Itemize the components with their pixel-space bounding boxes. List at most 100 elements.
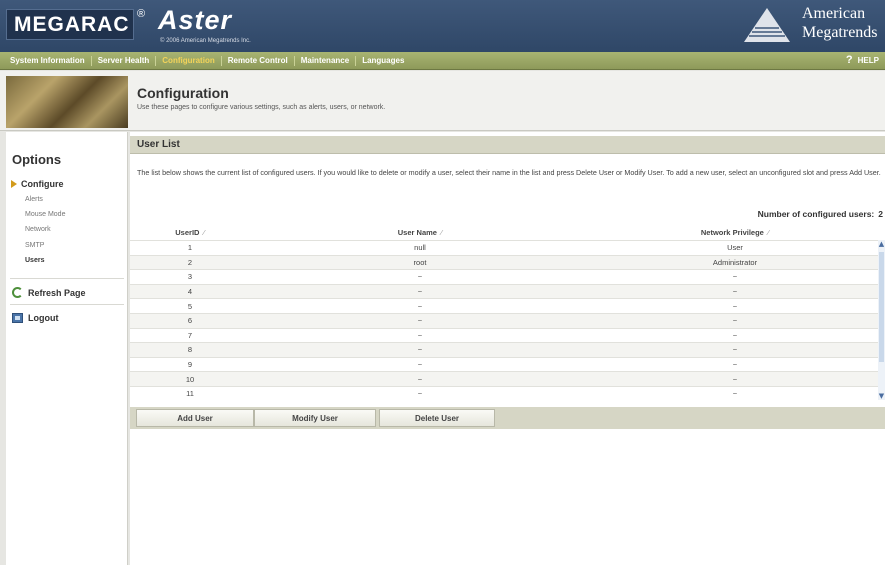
table-row[interactable]: 7 ~ ~ (130, 327, 880, 343)
table-row[interactable]: 6 ~ ~ (130, 312, 880, 328)
sidebar-item-configure[interactable]: Configure (11, 179, 64, 189)
nav-languages[interactable]: Languages (356, 56, 410, 65)
column-label: User Name (397, 228, 437, 237)
top-nav: System Information Server Health Configu… (0, 52, 885, 70)
cell-network-privilege: ~ (732, 301, 738, 311)
sidebar-item-network[interactable]: Network (25, 226, 51, 233)
modify-user-button[interactable]: Modify User (254, 409, 376, 427)
cell-network-privilege: ~ (732, 330, 738, 340)
cell-userid: 6 (187, 316, 193, 326)
nav-configuration[interactable]: Configuration (156, 56, 220, 65)
table-scrollbar[interactable]: ▲ ▼ (878, 240, 885, 400)
add-user-button[interactable]: Add User (136, 409, 254, 427)
scroll-up-icon[interactable]: ▲ (878, 240, 885, 248)
sidebar-item-mouse-mode[interactable]: Mouse Mode (25, 211, 65, 218)
cell-userid: 1 (187, 243, 193, 253)
cell-network-privilege: ~ (732, 272, 738, 282)
cell-network-privilege: ~ (732, 345, 738, 355)
action-bar: Add User Modify User Delete User (130, 407, 885, 429)
copyright-text: © 2006 American Megatrends Inc. (160, 38, 251, 44)
help-label: HELP (857, 55, 879, 65)
cell-network-privilege: ~ (732, 389, 738, 399)
page-banner: Configuration Use these pages to configu… (0, 71, 885, 131)
arrow-right-icon (11, 180, 17, 188)
cell-userid: 9 (187, 360, 193, 370)
banner-image (6, 76, 128, 128)
help-button[interactable]: ? HELP (846, 54, 879, 66)
scroll-thumb[interactable] (879, 252, 884, 362)
cell-username: ~ (417, 389, 423, 399)
column-label: UserID (175, 228, 200, 237)
nav-maintenance[interactable]: Maintenance (295, 56, 355, 65)
product-name: Aster (158, 5, 233, 35)
sidebar-item-smtp[interactable]: SMTP (25, 242, 44, 249)
cell-userid: 5 (187, 301, 193, 311)
cell-username: ~ (417, 287, 423, 297)
section-title: User List (137, 139, 180, 150)
vendor-name: American Megatrends (802, 4, 878, 42)
cell-network-privilege: ~ (732, 374, 738, 384)
page-title: Configuration (137, 85, 229, 101)
table-row[interactable]: 2 root Administrator (130, 254, 880, 270)
registered-mark: ® (137, 8, 146, 20)
column-header-network-privilege[interactable]: Network Privilege ⁄ (590, 228, 880, 237)
table-row[interactable]: 11 ~ ~ (130, 385, 880, 401)
sidebar-divider (10, 278, 124, 279)
refresh-page-link[interactable]: Refresh Page (12, 287, 86, 298)
table-row[interactable]: 8 ~ ~ (130, 342, 880, 357)
help-icon: ? (845, 54, 853, 66)
logo-text: MEGARAC (14, 12, 130, 36)
column-header-username[interactable]: User Name ⁄ (250, 228, 590, 237)
cell-username: ~ (417, 272, 423, 282)
table-body: 1 null User 2 root Administrator 3 ~ ~4 ~ ~5 ~ ~6 ~ ~7… (130, 240, 880, 401)
logout-link[interactable]: Logout (12, 313, 59, 323)
count-label: Number of configured users: (757, 209, 875, 219)
cell-userid: 10 (185, 374, 195, 384)
main-content: User List The list below shows the curre… (130, 132, 885, 565)
nav-server-health[interactable]: Server Health (92, 56, 156, 65)
cell-username: ~ (417, 360, 423, 370)
sidebar-item-alerts[interactable]: Alerts (25, 196, 43, 203)
sort-icon: ⁄ (767, 228, 770, 237)
cell-username: root (413, 257, 427, 267)
vendor-line-1: American (802, 5, 866, 22)
header: MEGARAC ® Aster © 2006 American Megatren… (0, 0, 885, 52)
cell-network-privilege: ~ (732, 360, 738, 370)
column-label: Network Privilege (700, 228, 764, 237)
megarac-logo: MEGARAC (6, 9, 134, 40)
count-value: 2 (878, 209, 883, 219)
configured-users-count: Number of configured users: 2 (758, 209, 883, 219)
scroll-down-icon[interactable]: ▼ (878, 392, 885, 400)
column-header-userid[interactable]: UserID ⁄ (130, 228, 250, 237)
sidebar-item-label: Configure (21, 179, 64, 189)
table-row[interactable]: 10 ~ ~ (130, 371, 880, 386)
table-row[interactable]: 9 ~ ~ (130, 356, 880, 372)
cell-username: null (414, 243, 426, 253)
sidebar-item-users[interactable]: Users (25, 257, 44, 264)
cell-network-privilege: User (727, 243, 743, 253)
cell-username: ~ (417, 374, 423, 384)
cell-userid: 4 (187, 287, 193, 297)
refresh-icon (12, 287, 23, 298)
vendor-line-2: Megatrends (802, 24, 878, 41)
cell-network-privilege: ~ (732, 287, 738, 297)
table-row[interactable]: 1 null User (130, 240, 880, 255)
cell-username: ~ (417, 330, 423, 340)
nav-remote-control[interactable]: Remote Control (222, 56, 294, 65)
table-row[interactable]: 3 ~ ~ (130, 269, 880, 284)
cell-network-privilege: Administrator (712, 257, 758, 267)
page-subtitle: Use these pages to configure various set… (137, 104, 386, 111)
cell-username: ~ (417, 345, 423, 355)
cell-username: ~ (417, 316, 423, 326)
cell-network-privilege: ~ (732, 316, 738, 326)
nav-system-information[interactable]: System Information (4, 56, 91, 65)
section-header: User List (130, 136, 885, 154)
table-header: UserID ⁄ User Name ⁄ Network Privilege ⁄ (130, 225, 880, 240)
cell-userid: 7 (187, 330, 193, 340)
table-row[interactable]: 4 ~ ~ (130, 283, 880, 299)
refresh-label: Refresh Page (28, 287, 86, 298)
sort-icon: ⁄ (440, 228, 443, 237)
table-row[interactable]: 5 ~ ~ (130, 298, 880, 313)
sidebar-title: Options (12, 152, 62, 167)
delete-user-button[interactable]: Delete User (379, 409, 495, 427)
